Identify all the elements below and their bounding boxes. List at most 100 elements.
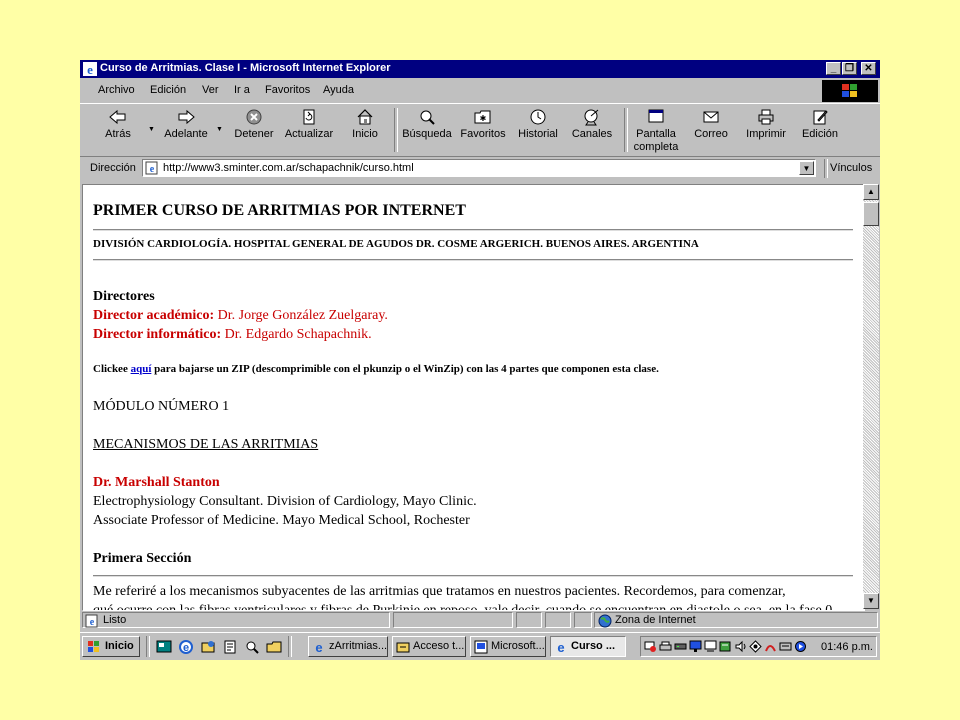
status-panel-empty (574, 612, 592, 628)
task-curso-active[interactable]: e Curso ... (550, 636, 626, 657)
volume-icon[interactable] (734, 640, 747, 653)
network-icon[interactable] (644, 640, 657, 653)
restore-button[interactable]: ❐ (842, 62, 857, 75)
address-separator (824, 159, 828, 178)
mail-icon (703, 111, 719, 123)
fullscreen-button[interactable]: Pantalla completa (630, 108, 682, 154)
academic-director: Director académico: Dr. Jorge González Z… (93, 308, 388, 323)
task-microsoft[interactable]: Microsoft... (470, 636, 546, 657)
title-bar[interactable]: e Curso de Arritmias. Clase I - Microsof… (80, 60, 880, 78)
scroll-thumb[interactable] (863, 202, 879, 226)
author-affiliation-1: Electrophysiology Consultant. Division o… (93, 494, 477, 509)
section-title: Primera Sección (93, 551, 192, 566)
outlook-express-icon[interactable] (200, 639, 216, 655)
menu-ver[interactable]: Ver (202, 84, 219, 96)
menu-ayuda[interactable]: Ayuda (323, 84, 354, 96)
page-content[interactable]: PRIMER CURSO DE ARRITMIAS POR INTERNET D… (82, 184, 865, 611)
links-button[interactable]: Vínculos (830, 162, 872, 174)
search-button[interactable]: Búsqueda (402, 108, 452, 141)
stop-icon (246, 109, 262, 125)
search-icon (420, 110, 435, 125)
status-panel-empty (545, 612, 571, 628)
notepad-icon[interactable] (222, 639, 238, 655)
address-dropdown-icon[interactable]: ▼ (799, 161, 814, 175)
internet-explorer-icon: e (315, 640, 322, 654)
internet-explorer-icon[interactable]: e (178, 639, 194, 655)
taskbar-separator (288, 636, 292, 657)
status-text: Listo (103, 614, 127, 626)
svg-text:e: e (557, 640, 564, 654)
printer-tray-icon[interactable] (659, 640, 672, 653)
history-icon (530, 109, 546, 125)
menu-edicion[interactable]: Edición (150, 84, 186, 96)
svg-text:e: e (87, 62, 93, 76)
keyboard-icon[interactable] (779, 640, 792, 653)
task-acceso[interactable]: Acceso t... (392, 636, 466, 657)
standard-toolbar: Atrás ▼ Adelante ▼ Detener Actualizar In… (80, 103, 880, 157)
mail-button[interactable]: Correo (690, 108, 732, 141)
svg-text:e: e (90, 617, 95, 628)
start-button[interactable]: Inicio (82, 636, 140, 657)
scroll-up-icon[interactable]: ▲ (863, 184, 879, 200)
it-director: Director informático: Dr. Edgardo Schapa… (93, 327, 372, 342)
vertical-scrollbar[interactable]: ▲ ▼ (863, 184, 879, 609)
fullscreen-icon (648, 109, 664, 123)
display-icon[interactable] (689, 640, 702, 653)
security-zone: Zona de Internet (615, 614, 696, 626)
security-zone-panel: Zona de Internet (594, 612, 878, 628)
scroll-down-icon[interactable]: ▼ (863, 593, 879, 609)
status-panel-empty (516, 612, 542, 628)
status-panel-empty (393, 612, 513, 628)
scheduler-icon[interactable] (719, 640, 732, 653)
toolbar-separator (624, 108, 628, 152)
realplayer-icon[interactable] (794, 640, 807, 653)
horizontal-rule (93, 575, 853, 577)
channels-button[interactable]: Canales (570, 108, 614, 141)
antivirus-icon[interactable] (749, 640, 762, 653)
menu-archivo[interactable]: Archivo (98, 84, 135, 96)
stop-button[interactable]: Detener (232, 108, 276, 141)
clock[interactable]: 01:46 p.m. (821, 641, 873, 653)
task-zarritmias[interactable]: e zArritmias... (308, 636, 388, 657)
history-button[interactable]: Historial (514, 108, 562, 141)
refresh-icon (303, 109, 315, 125)
paragraph-line-1: Me referiré a los mecanismos subyacentes… (93, 584, 786, 599)
address-input[interactable]: e http://www3.sminter.com.ar/schapachnik… (142, 159, 816, 177)
menu-ir-a[interactable]: Ir a (234, 84, 250, 96)
acrobat-icon[interactable] (764, 640, 777, 653)
system-tray: 01:46 p.m. (640, 636, 877, 657)
back-dropdown-icon[interactable]: ▼ (148, 126, 155, 133)
home-icon (357, 109, 373, 125)
print-button[interactable]: Imprimir (744, 108, 788, 141)
close-button[interactable]: ✕ (861, 62, 876, 75)
windows-logo-icon (822, 80, 878, 102)
directors-title: Directores (93, 289, 155, 304)
menu-favoritos[interactable]: Favoritos (265, 84, 310, 96)
folder-icon[interactable] (266, 639, 282, 655)
taskbar-separator (146, 636, 150, 657)
monitor-icon[interactable] (704, 640, 717, 653)
minimize-button[interactable]: _ (826, 62, 841, 75)
access-key-icon (396, 642, 410, 653)
refresh-button[interactable]: Actualizar (282, 108, 336, 141)
download-link[interactable]: aquí (131, 363, 152, 375)
search-files-icon[interactable] (244, 639, 260, 655)
svg-text:✱: ✱ (480, 114, 487, 123)
modem-icon[interactable] (674, 640, 687, 653)
forward-button[interactable]: Adelante (162, 108, 210, 141)
download-line: Clickee aquí para bajarse un ZIP (descom… (93, 363, 659, 375)
powerpoint-icon (474, 640, 488, 654)
edit-button[interactable]: Edición (798, 108, 842, 141)
edit-page-icon (813, 110, 828, 125)
back-button[interactable]: Atrás (98, 108, 138, 141)
page-icon: e (145, 161, 158, 175)
home-button[interactable]: Inicio (346, 108, 384, 141)
address-url: http://www3.sminter.com.ar/schapachnik/c… (163, 162, 414, 174)
forward-dropdown-icon[interactable]: ▼ (216, 126, 223, 133)
favorites-button[interactable]: ✱ Favoritos (458, 108, 508, 141)
module-title: MÓDULO NÚMERO 1 (93, 399, 230, 414)
module-subject: MECANISMOS DE LAS ARRITMIAS (93, 437, 319, 452)
back-arrow-icon (109, 109, 126, 125)
page-icon: e (85, 614, 98, 628)
show-desktop-icon[interactable] (156, 639, 172, 655)
